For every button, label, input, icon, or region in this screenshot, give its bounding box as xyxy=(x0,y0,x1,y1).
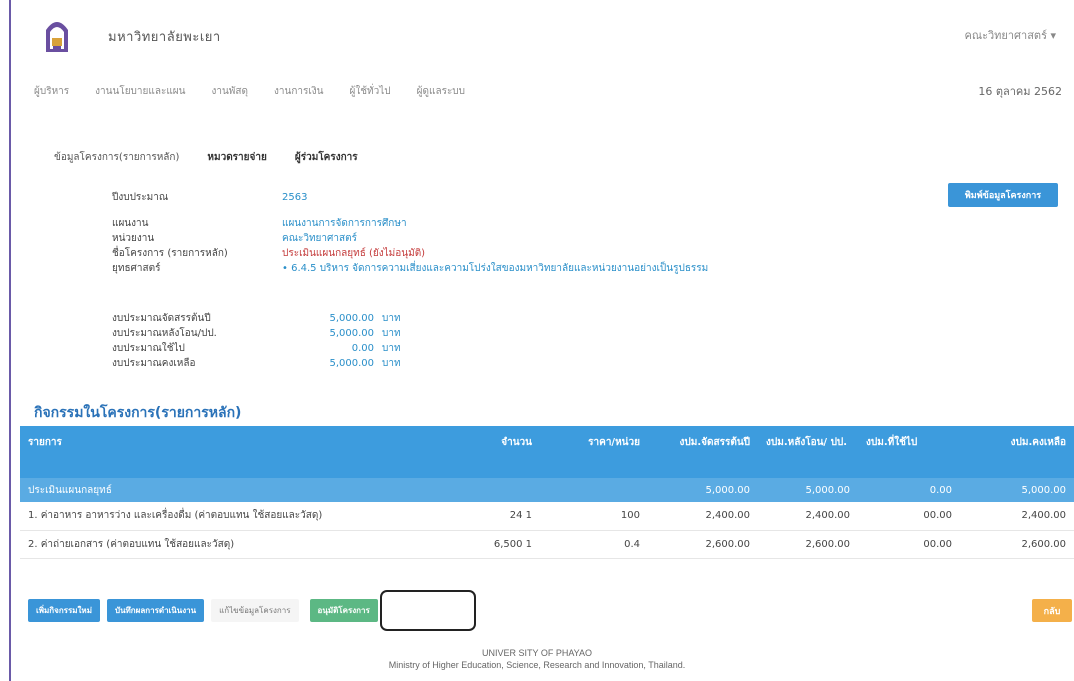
table-group-row[interactable]: ประเมินแผนกลยุทธ์ 5,000.00 5,000.00 0.00… xyxy=(20,478,1074,502)
row-remaining: 2,400.00 xyxy=(960,502,1074,531)
back-button[interactable]: กลับ xyxy=(1032,599,1072,622)
university-name: มหาวิทยาลัยพะเยา xyxy=(108,30,221,45)
tab-project-info[interactable]: ข้อมูลโครงการ(รายการหลัก) xyxy=(54,150,179,165)
col-header-item: รายการ xyxy=(20,426,456,478)
table-header-row: รายการ จำนวน ราคา/หน่วย งปม.จัดสรรต้นปี … xyxy=(20,426,1074,478)
plan-label: แผนงาน xyxy=(112,218,149,229)
table-row[interactable]: 2. ค่าถ่ายเอกสาร (ค่าตอบแทน ใช้สอยและวัส… xyxy=(20,530,1074,559)
nav-item-policy-planning[interactable]: งานนโยบายและแผน xyxy=(95,84,185,99)
faculty-user-menu[interactable]: คณะวิทยาศาสตร์ ▾ xyxy=(965,26,1056,44)
approve-button-highlight xyxy=(380,590,476,631)
add-activity-button[interactable]: เพิ่มกิจกรรมใหม่ xyxy=(28,599,100,622)
project-info: ปีงบประมาณ 2563 แผนงาน แผนงานการจัดการกา… xyxy=(112,190,1012,276)
group-remaining: 5,000.00 xyxy=(960,478,1074,502)
row-allocated: 2,600.00 xyxy=(648,530,758,559)
unit-value: คณะวิทยาศาสตร์ xyxy=(282,233,357,244)
info-row-strategy: ยุทธศาสตร์ • 6.4.5 บริหาร จัดการความเสี่… xyxy=(112,261,1012,276)
project-name-label: ชื่อโครงการ (รายการหลัก) xyxy=(112,248,228,259)
group-after-transfer: 5,000.00 xyxy=(758,478,858,502)
approve-project-button[interactable]: อนุมัติโครงการ xyxy=(309,599,378,622)
col-header-allocated: งปม.จัดสรรต้นปี xyxy=(648,426,758,478)
record-result-button[interactable]: บันทึกผลการดำเนินงาน xyxy=(106,599,205,622)
university-logo-icon xyxy=(46,22,68,52)
budget-row: งบประมาณคงเหลือ 5,000.00 บาท xyxy=(112,356,401,371)
row-unit-price: 0.4 xyxy=(540,530,648,559)
row-item-name: 2. ค่าถ่ายเอกสาร (ค่าตอบแทน ใช้สอยและวัส… xyxy=(20,530,456,559)
nav-item-procurement[interactable]: งานพัสดุ xyxy=(211,84,248,99)
budget-label: งบประมาณคงเหลือ xyxy=(112,358,196,369)
fiscal-year-label: ปีงบประมาณ xyxy=(112,192,169,203)
col-header-remaining: งปม.คงเหลือ xyxy=(960,426,1074,478)
info-row-plan: แผนงาน แผนงานการจัดการการศึกษา xyxy=(112,216,1012,231)
unit-label: หน่วยงาน xyxy=(112,233,155,244)
info-row-project: ชื่อโครงการ (รายการหลัก) ประเมินแผนกลยุท… xyxy=(112,246,1012,261)
strategy-value: • 6.4.5 บริหาร จัดการความเสี่ยงและความโป… xyxy=(282,263,709,274)
tab-participants[interactable]: ผู้ร่วมโครงการ xyxy=(295,150,358,165)
page-left-border xyxy=(9,0,11,681)
row-used: 00.00 xyxy=(858,530,960,559)
strategy-label: ยุทธศาสตร์ xyxy=(112,263,161,274)
group-name: ประเมินแผนกลยุทธ์ xyxy=(20,478,456,502)
budget-unit: บาท xyxy=(382,313,401,324)
info-row-unit: หน่วยงาน คณะวิทยาศาสตร์ xyxy=(112,231,1012,246)
info-row-fiscal-year: ปีงบประมาณ 2563 xyxy=(112,190,1012,205)
row-allocated: 2,400.00 xyxy=(648,502,758,531)
budget-unit: บาท xyxy=(382,328,401,339)
row-item-name: 1. ค่าอาหาร อาหารว่าง และเครื่องดื่ม (ค่… xyxy=(20,502,456,531)
edit-project-button[interactable]: แก้ไขข้อมูลโครงการ xyxy=(211,599,299,622)
row-used: 00.00 xyxy=(858,502,960,531)
budget-label: งบประมาณหลังโอน/ปป. xyxy=(112,328,217,339)
budget-summary: งบประมาณจัดสรรต้นปี 5,000.00 บาท งบประมา… xyxy=(112,311,401,371)
budget-unit: บาท xyxy=(382,343,401,354)
col-header-used: งปม.ที่ใช้ไป xyxy=(858,426,960,478)
footer-ministry: Ministry of Higher Education, Science, R… xyxy=(388,660,686,670)
row-after-transfer: 2,600.00 xyxy=(758,530,858,559)
budget-value: 5,000.00 xyxy=(329,313,374,324)
project-name-value: ประเมินแผนกลยุทธ์ (ยังไม่อนุมัติ) xyxy=(282,248,426,259)
budget-value: 5,000.00 xyxy=(329,358,374,369)
row-remaining: 2,600.00 xyxy=(960,530,1074,559)
plan-value: แผนงานการจัดการการศึกษา xyxy=(282,218,407,229)
group-used: 0.00 xyxy=(858,478,960,502)
top-navigation: ผู้บริหาร งานนโยบายและแผน งานพัสดุ งานกา… xyxy=(34,84,465,99)
col-header-unit-price: ราคา/หน่วย xyxy=(540,426,648,478)
nav-item-finance[interactable]: งานการเงิน xyxy=(274,84,324,99)
row-unit-price: 100 xyxy=(540,502,648,531)
action-buttons: เพิ่มกิจกรรมใหม่ บันทึกผลการดำเนินงาน แก… xyxy=(28,599,378,622)
col-header-after-transfer: งปม.หลังโอน/ ปป. xyxy=(758,426,858,478)
row-after-transfer: 2,400.00 xyxy=(758,502,858,531)
footer: UNIVER SITY OF PHAYAO Ministry of Higher… xyxy=(0,648,1074,670)
budget-row: งบประมาณจัดสรรต้นปี 5,000.00 บาท xyxy=(112,311,401,326)
fiscal-year-value: 2563 xyxy=(282,192,308,203)
group-allocated: 5,000.00 xyxy=(648,478,758,502)
budget-label: งบประมาณจัดสรรต้นปี xyxy=(112,313,211,324)
row-quantity: 6,500 1 xyxy=(456,530,540,559)
nav-item-executive[interactable]: ผู้บริหาร xyxy=(34,84,69,99)
budget-row: งบประมาณหลังโอน/ปป. 5,000.00 บาท xyxy=(112,326,401,341)
row-quantity: 24 1 xyxy=(456,502,540,531)
budget-label: งบประมาณใช้ไป xyxy=(112,343,185,354)
print-project-button[interactable]: พิมพ์ข้อมูลโครงการ xyxy=(948,183,1058,207)
nav-item-admin[interactable]: ผู้ดูแลระบบ xyxy=(417,84,465,99)
nav-item-general-user[interactable]: ผู้ใช้ทั่วไป xyxy=(350,84,391,99)
footer-university: UNIVER SITY OF PHAYAO xyxy=(481,648,593,658)
budget-row: งบประมาณใช้ไป 0.00 บาท xyxy=(112,341,401,356)
col-header-quantity: จำนวน xyxy=(456,426,540,478)
table-row[interactable]: 1. ค่าอาหาร อาหารว่าง และเครื่องดื่ม (ค่… xyxy=(20,502,1074,531)
project-subtabs: ข้อมูลโครงการ(รายการหลัก) หมวดรายจ่าย ผู… xyxy=(54,150,358,165)
current-date: 16 ตุลาคม 2562 xyxy=(978,85,1062,98)
tab-expense-category[interactable]: หมวดรายจ่าย xyxy=(207,150,266,165)
activities-table: รายการ จำนวน ราคา/หน่วย งปม.จัดสรรต้นปี … xyxy=(20,426,1074,559)
budget-value: 0.00 xyxy=(351,343,374,354)
activities-section-title: กิจกรรมในโครงการ(รายการหลัก) xyxy=(34,405,242,421)
budget-unit: บาท xyxy=(382,358,401,369)
budget-value: 5,000.00 xyxy=(329,328,374,339)
